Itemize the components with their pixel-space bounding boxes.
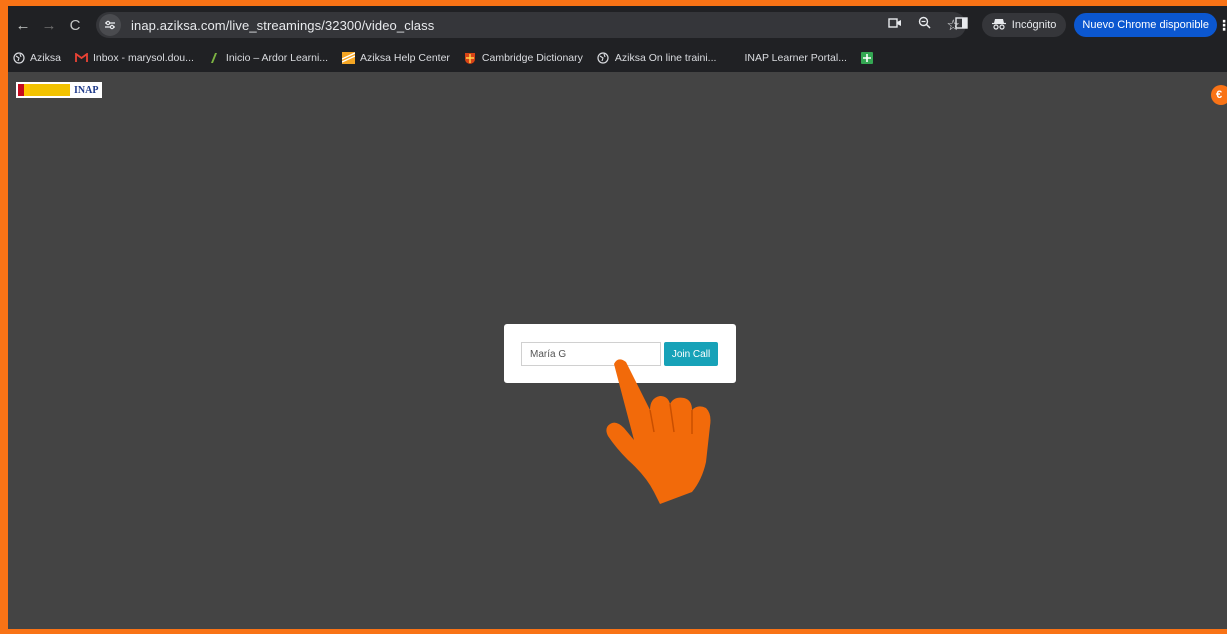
browser-window: ← → C inap.aziksa.com/live_streamings/32…	[8, 6, 1227, 629]
bookmark-cambridge[interactable]: Cambridge Dictionary	[464, 52, 583, 65]
gmail-icon	[75, 52, 88, 65]
bookmarks-bar: Aziksa Inbox - marysol.dou... Inicio – A…	[8, 44, 1227, 72]
address-bar[interactable]: inap.aziksa.com/live_streamings/32300/vi…	[96, 12, 966, 38]
bookmark-ardor[interactable]: Inicio – Ardor Learni...	[208, 52, 328, 65]
site-info-icon[interactable]	[99, 14, 121, 36]
update-label: Nuevo Chrome disponible	[1082, 19, 1209, 31]
more-menu-icon[interactable]: ⋮	[1217, 17, 1227, 34]
globe-icon	[12, 52, 25, 65]
reload-icon[interactable]: C	[62, 12, 88, 38]
help-center-icon	[342, 52, 356, 65]
bookmark-inap-portal[interactable]: INAP Learner Portal...	[744, 52, 847, 64]
government-emblem	[18, 84, 70, 96]
camera-icon[interactable]	[887, 16, 902, 34]
arrow-right-icon[interactable]: →	[36, 12, 62, 38]
bookmark-inbox[interactable]: Inbox - marysol.dou...	[75, 52, 194, 65]
bookmark-aziksa-training[interactable]: Aziksa On line traini...	[597, 52, 716, 65]
arrow-left-icon[interactable]: ←	[10, 12, 36, 38]
side-panel-icon[interactable]	[955, 16, 968, 34]
ardor-icon	[208, 52, 221, 65]
bookmark-sheets[interactable]	[861, 52, 874, 65]
incognito-icon	[991, 18, 1006, 33]
page-content: INAP € Join Call	[8, 72, 1227, 629]
browser-toolbar: ← → C inap.aziksa.com/live_streamings/32…	[8, 6, 1227, 44]
incognito-chip[interactable]: Incógnito	[981, 13, 1067, 37]
zoom-icon[interactable]	[918, 16, 931, 34]
pointing-hand-icon	[606, 359, 711, 504]
side-widget-icon[interactable]: €	[1211, 85, 1227, 105]
update-chrome-button[interactable]: Nuevo Chrome disponible	[1074, 13, 1217, 37]
sheets-icon	[861, 52, 874, 65]
toolbar-right: Incógnito Nuevo Chrome disponible ⋮	[955, 6, 1227, 44]
cambridge-icon	[464, 52, 477, 65]
url-text[interactable]: inap.aziksa.com/live_streamings/32300/vi…	[131, 18, 434, 33]
omnibox-actions: ☆	[887, 12, 960, 38]
incognito-label: Incógnito	[1011, 19, 1057, 31]
globe-icon	[597, 52, 610, 65]
inap-logo[interactable]: INAP	[16, 82, 102, 98]
logo-text: INAP	[74, 84, 99, 96]
bookmark-aziksa-help[interactable]: Aziksa Help Center	[342, 52, 450, 65]
bookmark-aziksa[interactable]: Aziksa	[12, 52, 61, 65]
